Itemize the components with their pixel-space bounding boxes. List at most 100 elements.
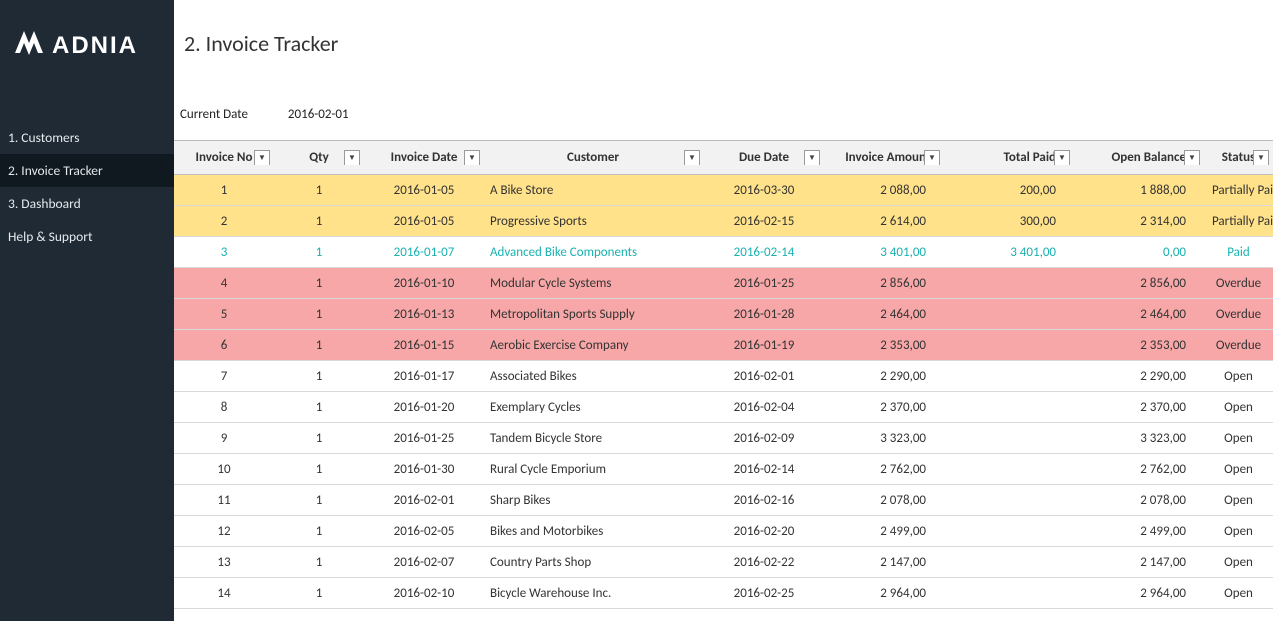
cell-qty: 1: [274, 183, 364, 198]
cell-invoice-no: 10: [174, 462, 274, 477]
cell-open-balance: 2 499,00: [1074, 524, 1204, 539]
cell-invoice-date: 2016-02-01: [364, 493, 484, 508]
current-date-row: Current Date 2016-02-01: [174, 57, 1273, 140]
filter-button[interactable]: ▼: [684, 150, 700, 165]
cell-open-balance: 0,00: [1074, 245, 1204, 260]
table-row[interactable]: 1312016-02-07Country Parts Shop2016-02-2…: [174, 547, 1273, 578]
cell-invoice-amount: 2 614,00: [824, 214, 944, 229]
cell-invoice-date: 2016-01-13: [364, 307, 484, 322]
cell-open-balance: 2 370,00: [1074, 400, 1204, 415]
cell-invoice-amount: 2 370,00: [824, 400, 944, 415]
cell-due-date: 2016-02-14: [704, 462, 824, 477]
filter-button[interactable]: ▼: [924, 150, 940, 165]
cell-invoice-amount: 2 353,00: [824, 338, 944, 353]
cell-invoice-no: 2: [174, 214, 274, 229]
cell-status: Open: [1204, 431, 1273, 446]
cell-invoice-amount: 2 464,00: [824, 307, 944, 322]
cell-due-date: 2016-02-09: [704, 431, 824, 446]
cell-customer: Exemplary Cycles: [484, 400, 704, 415]
cell-status: Overdue: [1204, 276, 1273, 291]
table-row[interactable]: 712016-01-17Associated Bikes2016-02-012 …: [174, 361, 1273, 392]
cell-qty: 1: [274, 276, 364, 291]
cell-invoice-no: 12: [174, 524, 274, 539]
cell-invoice-amount: 3 323,00: [824, 431, 944, 446]
sidebar-item[interactable]: 1. Customers: [0, 121, 174, 154]
cell-qty: 1: [274, 431, 364, 446]
filter-button[interactable]: ▼: [1253, 150, 1269, 165]
cell-invoice-no: 13: [174, 555, 274, 570]
col-status: Status ▼: [1204, 150, 1273, 165]
cell-status: Overdue: [1204, 338, 1273, 353]
cell-invoice-no: 8: [174, 400, 274, 415]
filter-button[interactable]: ▼: [804, 150, 820, 165]
cell-qty: 1: [274, 586, 364, 601]
cell-invoice-date: 2016-01-25: [364, 431, 484, 446]
cell-invoice-amount: 2 078,00: [824, 493, 944, 508]
cell-invoice-date: 2016-02-07: [364, 555, 484, 570]
table-row[interactable]: 912016-01-25Tandem Bicycle Store2016-02-…: [174, 423, 1273, 454]
table-header-row: Invoice No ▼ Qty ▼ Invoice Date ▼ Custom…: [174, 141, 1273, 175]
cell-invoice-amount: 3 401,00: [824, 245, 944, 260]
cell-customer: Progressive Sports: [484, 214, 704, 229]
filter-button[interactable]: ▼: [1054, 150, 1070, 165]
col-invoice-no-label: Invoice No: [196, 150, 253, 165]
current-date-label: Current Date: [180, 107, 248, 122]
sidebar-item[interactable]: 2. Invoice Tracker: [0, 154, 174, 187]
cell-status: Open: [1204, 369, 1273, 384]
table-row[interactable]: 412016-01-10Modular Cycle Systems2016-01…: [174, 268, 1273, 299]
col-customer-label: Customer: [567, 150, 619, 165]
cell-due-date: 2016-02-04: [704, 400, 824, 415]
cell-qty: 1: [274, 524, 364, 539]
filter-button[interactable]: ▼: [254, 150, 270, 165]
cell-qty: 1: [274, 462, 364, 477]
cell-invoice-no: 4: [174, 276, 274, 291]
table-row[interactable]: 312016-01-07Advanced Bike Components2016…: [174, 237, 1273, 268]
col-invoice-amount-label: Invoice Amoun: [845, 150, 926, 165]
cell-open-balance: 2 078,00: [1074, 493, 1204, 508]
cell-status: Partially Paid: [1204, 183, 1273, 198]
cell-due-date: 2016-02-25: [704, 586, 824, 601]
table-row[interactable]: 512016-01-13Metropolitan Sports Supply20…: [174, 299, 1273, 330]
cell-customer: Advanced Bike Components: [484, 245, 704, 260]
cell-status: Open: [1204, 400, 1273, 415]
table-row[interactable]: 812016-01-20Exemplary Cycles2016-02-042 …: [174, 392, 1273, 423]
cell-qty: 1: [274, 400, 364, 415]
col-due-date: Due Date ▼: [704, 150, 824, 165]
table-row[interactable]: 1412016-02-10Bicycle Warehouse Inc.2016-…: [174, 578, 1273, 609]
table-row[interactable]: 1112016-02-01Sharp Bikes2016-02-162 078,…: [174, 485, 1273, 516]
invoice-table: Invoice No ▼ Qty ▼ Invoice Date ▼ Custom…: [174, 140, 1273, 609]
cell-status: Open: [1204, 555, 1273, 570]
cell-customer: Metropolitan Sports Supply: [484, 307, 704, 322]
filter-button[interactable]: ▼: [1184, 150, 1200, 165]
cell-customer: Rural Cycle Emporium: [484, 462, 704, 477]
table-row[interactable]: 212016-01-05Progressive Sports2016-02-15…: [174, 206, 1273, 237]
filter-button[interactable]: ▼: [464, 150, 480, 165]
cell-due-date: 2016-02-20: [704, 524, 824, 539]
cell-customer: Associated Bikes: [484, 369, 704, 384]
cell-invoice-amount: 2 762,00: [824, 462, 944, 477]
cell-customer: Aerobic Exercise Company: [484, 338, 704, 353]
sidebar-item[interactable]: Help & Support: [0, 220, 174, 253]
col-invoice-date-label: Invoice Date: [391, 150, 458, 165]
cell-customer: Sharp Bikes: [484, 493, 704, 508]
brand-logo: ADNIA: [0, 0, 174, 85]
col-qty: Qty ▼: [274, 150, 364, 165]
cell-open-balance: 2 314,00: [1074, 214, 1204, 229]
cell-invoice-no: 9: [174, 431, 274, 446]
cell-total-paid: 3 401,00: [944, 245, 1074, 260]
cell-invoice-amount: 2 856,00: [824, 276, 944, 291]
cell-invoice-no: 7: [174, 369, 274, 384]
cell-customer: Country Parts Shop: [484, 555, 704, 570]
filter-button[interactable]: ▼: [344, 150, 360, 165]
cell-invoice-date: 2016-01-15: [364, 338, 484, 353]
table-row[interactable]: 1212016-02-05Bikes and Motorbikes2016-02…: [174, 516, 1273, 547]
table-row[interactable]: 112016-01-05A Bike Store2016-03-302 088,…: [174, 175, 1273, 206]
table-row[interactable]: 1012016-01-30Rural Cycle Emporium2016-02…: [174, 454, 1273, 485]
cell-customer: Bicycle Warehouse Inc.: [484, 586, 704, 601]
cell-due-date: 2016-02-22: [704, 555, 824, 570]
col-invoice-amount: Invoice Amoun ▼: [824, 150, 944, 165]
sidebar-item[interactable]: 3. Dashboard: [0, 187, 174, 220]
table-row[interactable]: 612016-01-15Aerobic Exercise Company2016…: [174, 330, 1273, 361]
cell-due-date: 2016-03-30: [704, 183, 824, 198]
col-open-balance: Open Balance ▼: [1074, 150, 1204, 165]
